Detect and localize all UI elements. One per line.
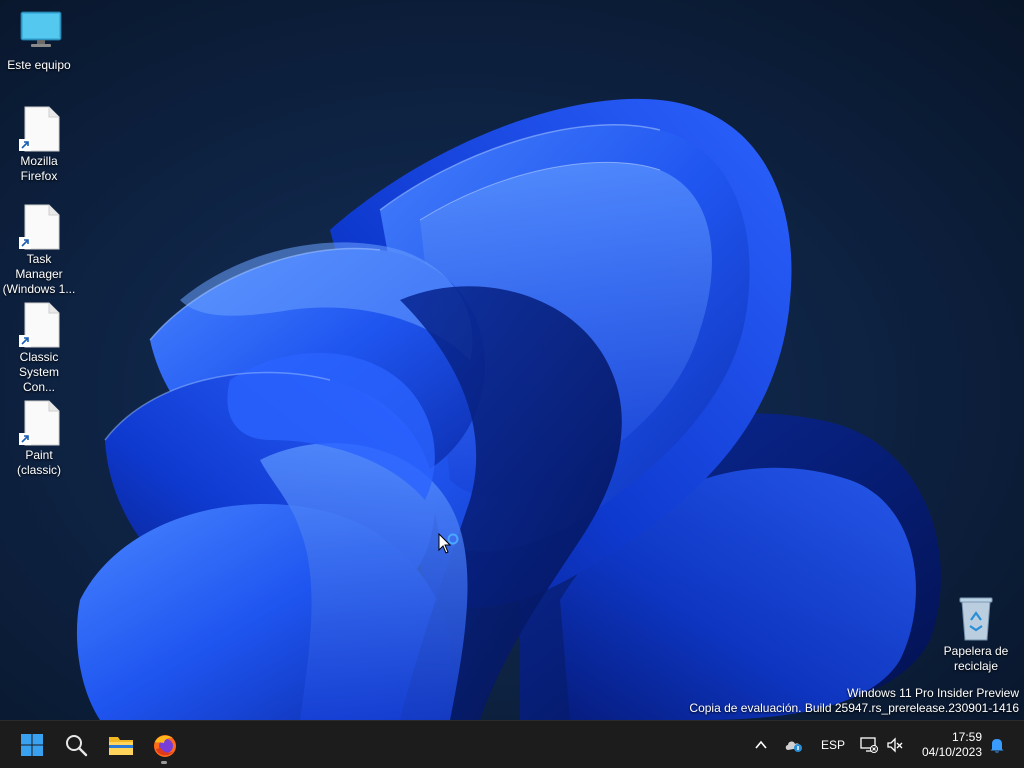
shortcut-file-icon: [19, 204, 60, 250]
desktop-icon-mozilla-firefox[interactable]: Mozilla Firefox: [0, 106, 78, 184]
monitor-icon: [19, 10, 62, 56]
start-button[interactable]: [12, 725, 52, 765]
taskbar: ESP 17:59 04/10/2023: [0, 720, 1024, 768]
windows-start-icon: [21, 734, 43, 756]
file-explorer-icon: [109, 737, 133, 755]
shortcut-file-icon: [19, 400, 60, 446]
desktop-icon-label: Este equipo: [7, 58, 71, 72]
running-indicator: [161, 761, 167, 764]
evaluation-watermark: Windows 11 Pro Insider Preview Copia de …: [689, 686, 1019, 715]
clock[interactable]: 17:59 04/10/2023: [918, 730, 982, 760]
firefox-button[interactable]: [144, 725, 184, 765]
recycle-bin-icon: [956, 596, 996, 642]
desktop-icon-label: Mozilla Firefox: [20, 154, 58, 183]
desktop-icon-classic-system-control[interactable]: Classic System Con...: [0, 302, 78, 395]
language-indicator[interactable]: ESP: [821, 738, 845, 752]
desktop-icon-label: Classic System Con...: [18, 350, 59, 394]
clock-date: 04/10/2023: [921, 745, 982, 759]
desktop-icon-recycle-bin[interactable]: Papelera de reciclaje: [936, 596, 1016, 674]
desktop-wallpaper: [0, 0, 1024, 720]
desktop-icon-task-manager[interactable]: Task Manager (Windows 1...: [0, 204, 78, 297]
mouse-cursor-icon: [438, 533, 459, 554]
volume-muted-icon[interactable]: [886, 736, 904, 754]
desktop-icon-paint-classic[interactable]: Paint (classic): [0, 400, 78, 478]
search-icon: [66, 735, 88, 757]
watermark-line1: Windows 11 Pro Insider Preview: [847, 686, 1019, 700]
firefox-icon: [154, 735, 176, 757]
desktop-icon-label: Task Manager (Windows 1...: [2, 252, 76, 296]
desktop-icon-label: Paint (classic): [17, 448, 61, 477]
onedrive-cloud-icon[interactable]: [784, 736, 804, 754]
desktop-icon-este-equipo[interactable]: Este equipo: [0, 10, 78, 73]
shortcut-file-icon: [19, 302, 60, 348]
shortcut-file-icon: [19, 106, 60, 152]
network-disconnected-icon[interactable]: [860, 736, 878, 754]
file-explorer-button[interactable]: [100, 725, 140, 765]
watermark-line2: Copia de evaluación. Build 25947.rs_prer…: [689, 701, 1019, 715]
desktop-icon-label: Papelera de reciclaje: [943, 644, 1009, 673]
search-button[interactable]: [56, 725, 96, 765]
notification-bell-icon[interactable]: [988, 736, 1006, 754]
chevron-up-icon[interactable]: [754, 738, 768, 752]
clock-time: 17:59: [951, 730, 982, 744]
